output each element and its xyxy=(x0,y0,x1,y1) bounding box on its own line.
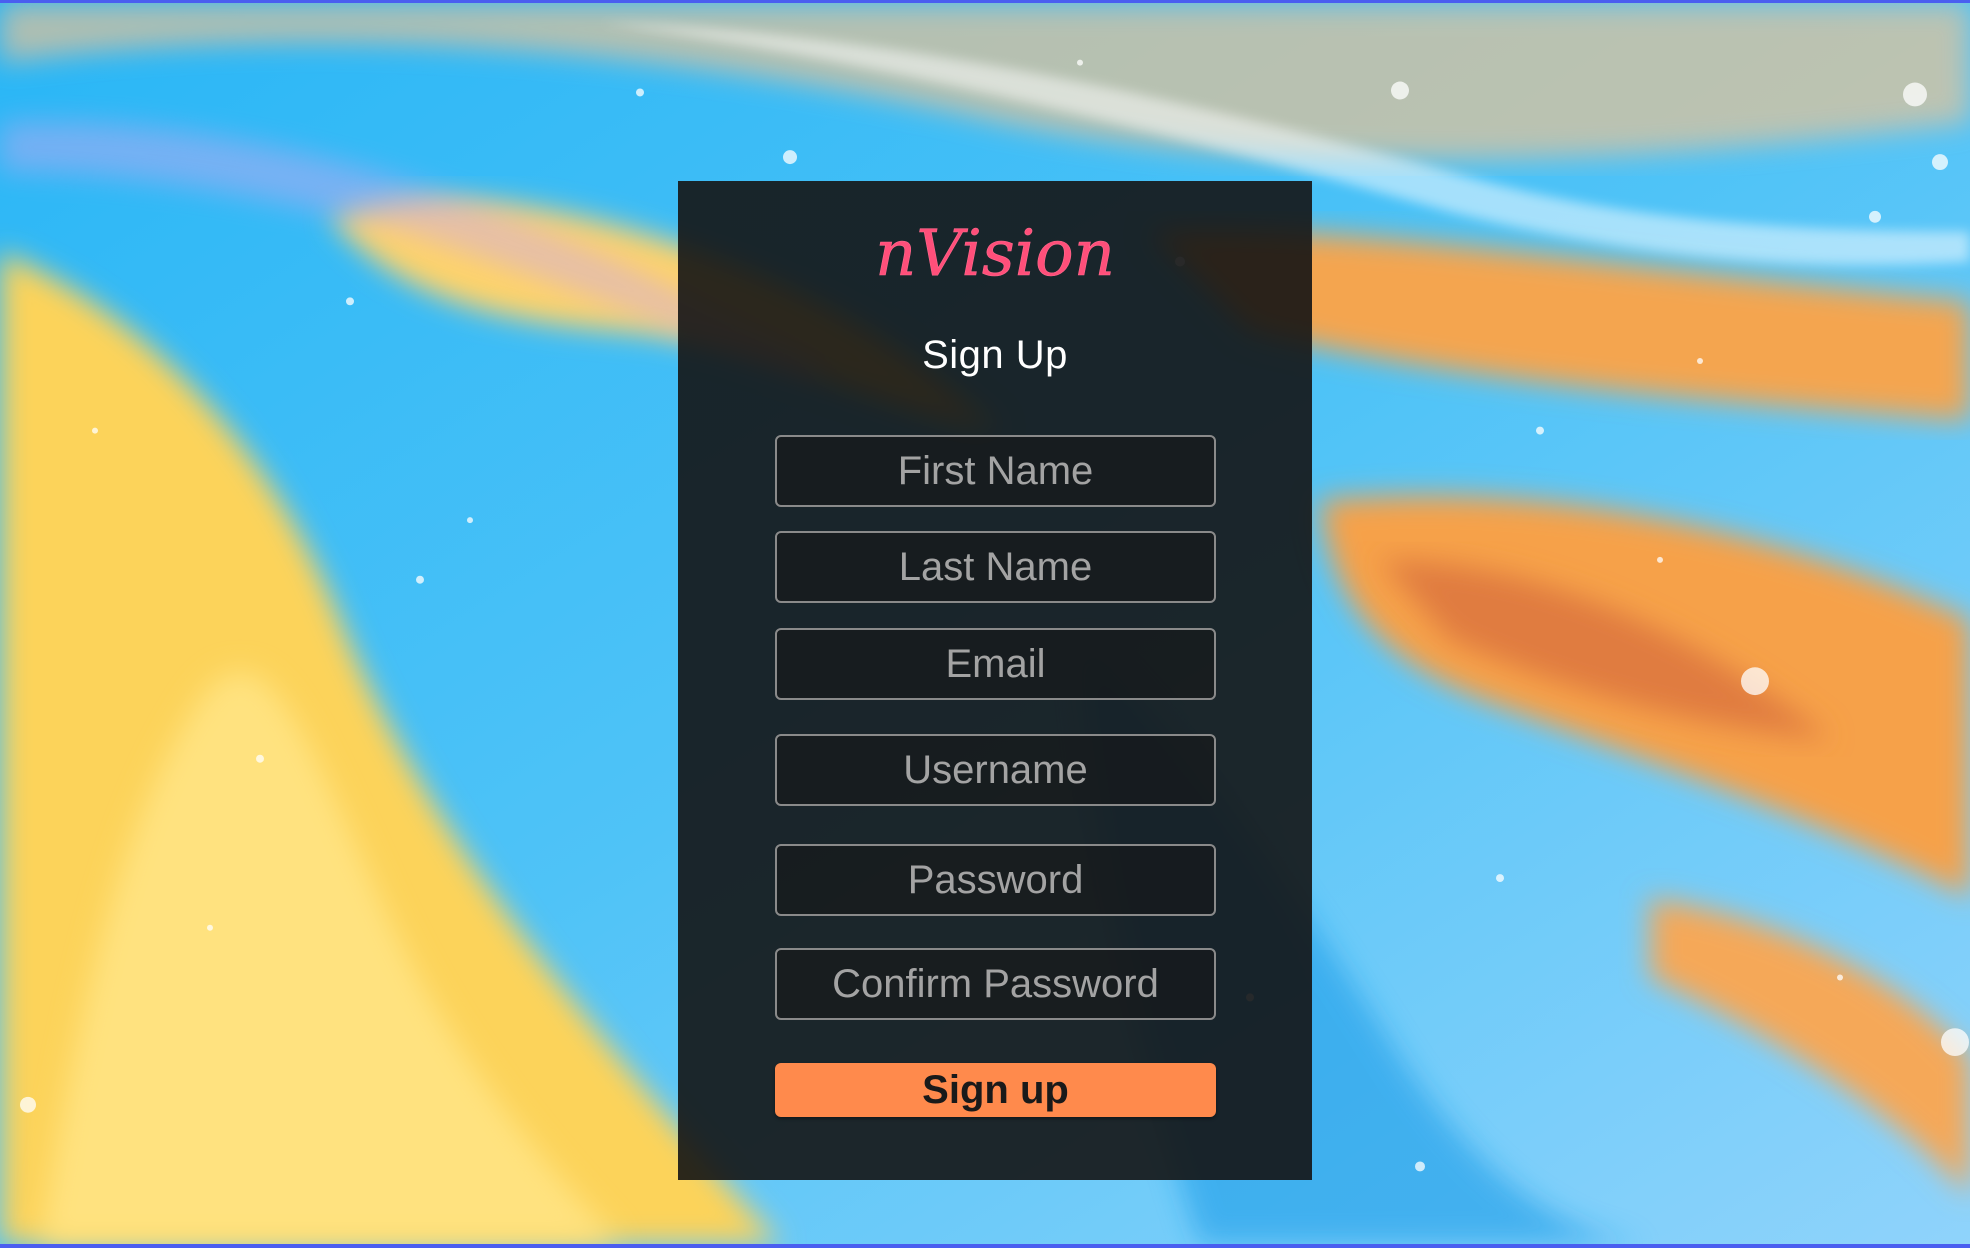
page-title: Sign Up xyxy=(922,333,1068,377)
username-input[interactable] xyxy=(775,734,1216,806)
signup-page: nVision Sign Up Sign up xyxy=(0,0,1970,1248)
sign-up-button[interactable]: Sign up xyxy=(775,1063,1216,1117)
last-name-input[interactable] xyxy=(775,531,1216,603)
nvision-logo-wordmark: nVision xyxy=(875,217,1115,292)
brand-logo: nVision xyxy=(678,203,1312,313)
password-input[interactable] xyxy=(775,844,1216,916)
confirm-password-input[interactable] xyxy=(775,948,1216,1020)
first-name-input[interactable] xyxy=(775,435,1216,507)
email-input[interactable] xyxy=(775,628,1216,700)
signup-card: nVision Sign Up Sign up xyxy=(678,181,1312,1180)
logo-text: nVision xyxy=(875,217,1115,291)
